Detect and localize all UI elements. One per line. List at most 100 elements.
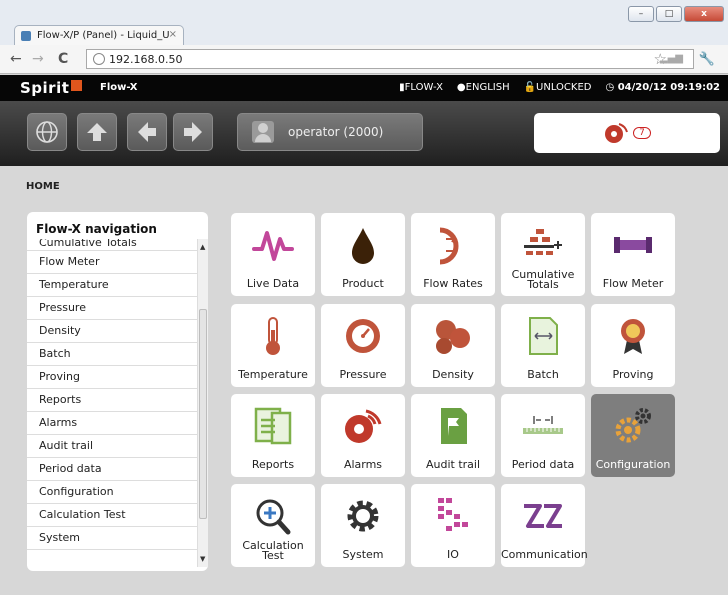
minimize-button[interactable]: – <box>628 6 654 22</box>
communication-icon <box>524 504 562 528</box>
tile-live-data[interactable]: Live Data <box>231 213 315 296</box>
globe-button[interactable] <box>27 113 67 151</box>
pipe-icon <box>614 237 652 253</box>
thermometer-icon <box>266 317 280 355</box>
sidebar-item-density[interactable]: Density <box>27 320 197 343</box>
favicon-icon <box>21 31 31 41</box>
language-status[interactable]: ●ENGLISH <box>457 82 510 93</box>
status-area: ▮FLOW-X ●ENGLISH 🔓UNLOCKED ◷ 04/20/12 09… <box>399 82 720 93</box>
browser-tab[interactable]: Flow-X/P (Panel) - Liquid_U × <box>14 25 184 45</box>
sidebar-item-proving[interactable]: Proving <box>27 366 197 389</box>
tile-pressure[interactable]: Pressure <box>321 304 405 387</box>
signal-bars-icon: ▂▄▆ <box>659 53 683 64</box>
tile-label: Configuration <box>595 458 671 471</box>
scroll-up-arrow-icon[interactable]: ▲ <box>200 243 205 251</box>
wrench-icon[interactable]: 🔧 <box>699 52 715 67</box>
scroll-thumb[interactable] <box>199 309 207 519</box>
io-icon <box>438 498 468 531</box>
app-name: Flow-X <box>100 82 138 93</box>
tile-proving[interactable]: Proving <box>591 304 675 387</box>
ruler-icon <box>523 416 563 434</box>
tile-calculation-test[interactable]: Calculation Test <box>231 484 315 567</box>
scroll-down-arrow-icon[interactable]: ▼ <box>200 555 205 563</box>
lock-status[interactable]: 🔓UNLOCKED <box>524 82 592 93</box>
device-status: ▮FLOW-X <box>399 82 443 93</box>
sidebar-item-temperature[interactable]: Temperature <box>27 274 197 297</box>
totals-icon <box>524 229 562 255</box>
datetime-status: ◷ 04/20/12 09:19:02 <box>605 82 721 93</box>
tile-product[interactable]: Product <box>321 213 405 296</box>
tile-label: Pressure <box>339 368 387 381</box>
back-button[interactable] <box>127 113 167 151</box>
navigation-scrollbar[interactable]: ▲ ▼ <box>197 239 208 567</box>
reload-icon[interactable]: C <box>58 51 68 67</box>
window-controls: – □ x <box>628 6 724 22</box>
tile-label: Temperature <box>238 368 308 381</box>
sidebar-item-calculation-test[interactable]: Calculation Test <box>27 504 197 527</box>
browser-chrome: Flow-X/P (Panel) - Liquid_U × – □ x ← → … <box>0 0 728 74</box>
up-button[interactable] <box>77 113 117 151</box>
tile-label: Live Data <box>246 277 300 290</box>
flow-rates-icon <box>439 227 459 265</box>
forward-arrow-icon[interactable]: → <box>32 51 44 67</box>
navigation-panel: Flow-X navigation Cumulative Totals Flow… <box>27 212 208 571</box>
tile-flow-meter[interactable]: Flow Meter <box>591 213 675 296</box>
tile-configuration[interactable]: Configuration <box>591 394 675 477</box>
pulse-icon <box>252 231 294 261</box>
user-button[interactable]: operator (2000) <box>237 113 423 151</box>
close-window-button[interactable]: x <box>684 6 724 22</box>
toolbar: operator (2000) 7 <box>0 101 728 166</box>
user-name: operator (2000) <box>288 125 384 139</box>
sidebar-item-flow-meter[interactable]: Flow Meter <box>27 251 197 274</box>
tile-label: IO <box>447 548 459 561</box>
medal-icon <box>621 319 645 354</box>
sidebar-item-reports[interactable]: Reports <box>27 389 197 412</box>
sidebar-item-audit-trail[interactable]: Audit trail <box>27 435 197 458</box>
breadcrumb[interactable]: HOME <box>26 181 60 192</box>
tab-close-icon[interactable]: × <box>169 29 177 40</box>
arrow-left-icon <box>138 122 156 142</box>
tile-label: Communication <box>501 548 588 561</box>
alarm-indicator[interactable]: 7 <box>534 113 720 153</box>
globe-icon <box>36 121 58 143</box>
tile-label: Density <box>432 368 474 381</box>
flag-doc-icon <box>441 408 467 444</box>
spirit-logo: Spirit <box>20 79 83 97</box>
magnifier-plus-icon <box>256 499 291 535</box>
maximize-button[interactable]: □ <box>656 6 682 22</box>
page-info-icon[interactable] <box>93 53 105 65</box>
tile-period-data[interactable]: Period data <box>501 394 585 477</box>
tile-audit-trail[interactable]: Audit trail <box>411 394 495 477</box>
gears-icon <box>615 408 651 443</box>
tile-temperature[interactable]: Temperature <box>231 304 315 387</box>
sidebar-item-configuration[interactable]: Configuration <box>27 481 197 504</box>
batch-icon <box>529 317 558 355</box>
url-input[interactable]: 192.168.0.50 ☆ ▂▄▆ 🔧 <box>86 49 715 69</box>
tile-label: Proving <box>612 368 654 381</box>
alarm-count-badge: 7 <box>633 127 651 139</box>
tile-io[interactable]: IO <box>411 484 495 567</box>
app-topbar: Spirit Flow-X ▮FLOW-X ●ENGLISH 🔓UNLOCKED… <box>0 75 728 101</box>
sidebar-item-pressure[interactable]: Pressure <box>27 297 197 320</box>
tile-density[interactable]: Density <box>411 304 495 387</box>
tile-label: Audit trail <box>425 458 481 471</box>
tab-title: Flow-X/P (Panel) - Liquid_U <box>37 30 170 41</box>
tile-flow-rates[interactable]: Flow Rates <box>411 213 495 296</box>
tile-cumulative-totals[interactable]: Cumulative Totals <box>501 213 585 296</box>
tile-batch[interactable]: Batch <box>501 304 585 387</box>
url-text: 192.168.0.50 <box>109 53 183 66</box>
sidebar-item-cumulative-totals[interactable]: Cumulative Totals <box>27 239 197 251</box>
tile-alarms[interactable]: Alarms <box>321 394 405 477</box>
user-avatar-icon <box>252 121 274 143</box>
tile-label: Calculation Test <box>242 539 304 562</box>
back-arrow-icon[interactable]: ← <box>10 51 22 67</box>
sidebar-item-system[interactable]: System <box>27 527 197 550</box>
tile-communication[interactable]: Communication <box>501 484 588 567</box>
forward-button[interactable] <box>173 113 213 151</box>
sidebar-item-period-data[interactable]: Period data <box>27 458 197 481</box>
tile-system[interactable]: System <box>321 484 405 567</box>
tile-label: Reports <box>251 458 295 471</box>
sidebar-item-batch[interactable]: Batch <box>27 343 197 366</box>
sidebar-item-alarms[interactable]: Alarms <box>27 412 197 435</box>
tile-reports[interactable]: Reports <box>231 394 315 477</box>
